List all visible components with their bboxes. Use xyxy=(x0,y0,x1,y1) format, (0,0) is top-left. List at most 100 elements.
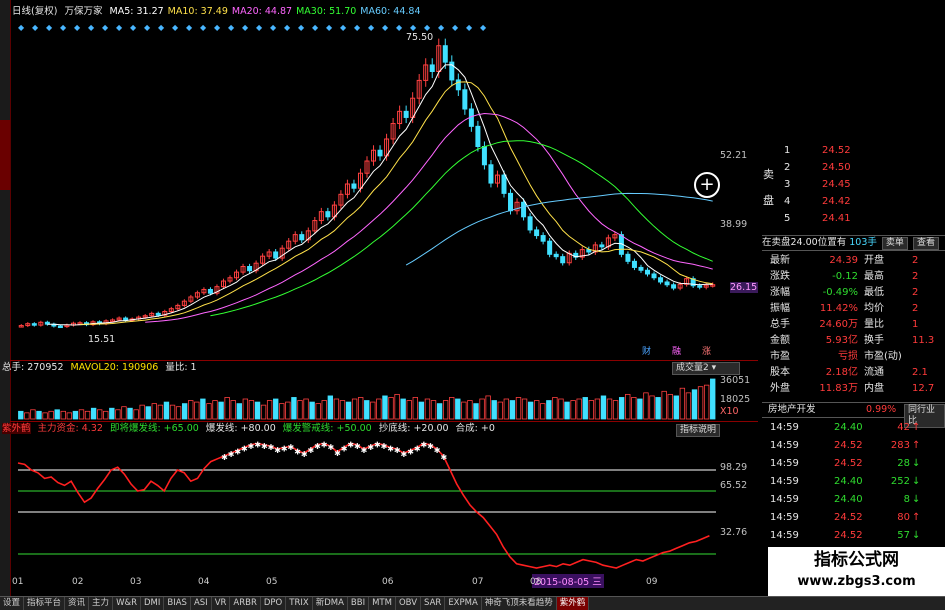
candle-body xyxy=(377,149,383,157)
volume-bar xyxy=(254,401,261,420)
bottom-tab[interactable]: TRIX xyxy=(286,597,313,610)
volume-bar xyxy=(673,395,679,420)
volume-bar xyxy=(661,390,667,420)
indicator-chart: ✱ ✱ ✱ ✱ ✱ ✱ ✱ ✱ ✱ ✱ ✱ ✱ ✱ ✱ ✱ ✱ ✱✱ ✱ ✱ ✱ ✱ ✱ ✱ ✱ ✱ ✱ ✱ ✱ ✱ ✱ ✱ ✱✱ xyxy=(17,440,716,569)
volume-bar xyxy=(418,401,425,420)
bottom-tab[interactable]: EXPMA xyxy=(445,597,482,610)
candle-body xyxy=(534,229,540,237)
sell-level-row[interactable]: 3 24.45 xyxy=(762,177,945,193)
bottom-tab[interactable]: 主力 xyxy=(89,597,114,610)
x-tick: 09 xyxy=(646,577,658,587)
volume-bar xyxy=(382,395,388,420)
sell-level-row[interactable]: 5 24.41 xyxy=(762,211,945,227)
left-tab[interactable] xyxy=(0,120,10,190)
order-position-row: 在卖盘24.00位置有 103手 卖单 查看 xyxy=(762,235,945,251)
candle-body xyxy=(664,281,670,286)
candle-body xyxy=(325,211,331,218)
volume-bar xyxy=(206,403,212,420)
candle-body xyxy=(57,325,63,329)
bottom-tab[interactable]: ARBR xyxy=(230,597,261,610)
volume-bar xyxy=(78,409,85,420)
volume-bar xyxy=(436,403,443,420)
volume-bar xyxy=(564,401,570,420)
bottom-tab[interactable]: OBV xyxy=(396,597,422,610)
finance-badge[interactable]: 财 xyxy=(640,344,653,357)
volume-bar xyxy=(309,401,315,420)
rise-badge[interactable]: 涨 xyxy=(700,344,713,357)
bottom-tab[interactable]: 设置 xyxy=(0,597,25,610)
position-volume: 103手 xyxy=(849,237,877,248)
burst-marker: ✱ xyxy=(440,453,447,462)
volume-bar xyxy=(248,400,255,420)
candle-body xyxy=(547,240,553,255)
volume-bar xyxy=(333,398,340,420)
signal-marker: ◆ xyxy=(172,23,179,32)
indicator-line xyxy=(17,442,710,569)
bottom-tab[interactable]: 紫外鹤 xyxy=(556,597,590,610)
candle-body xyxy=(462,89,468,110)
volume-bar xyxy=(260,404,267,420)
sell-level-row[interactable]: 4 24.42 xyxy=(762,194,945,210)
tick-row: 14:59 24.40 42 ↑ xyxy=(762,420,945,436)
bottom-tab[interactable]: 资讯 xyxy=(65,597,90,610)
volume-bar xyxy=(394,393,400,420)
bottom-tab[interactable]: 指标平台 xyxy=(24,597,66,610)
x-tick: 02 xyxy=(72,577,84,587)
volume-bar xyxy=(576,398,582,420)
view-button[interactable]: 查看 xyxy=(912,237,939,250)
plus-circle-icon[interactable]: + xyxy=(694,172,720,198)
volume-bar xyxy=(339,400,346,420)
volume-bar xyxy=(412,397,418,420)
sell-order-button[interactable]: 卖单 xyxy=(881,237,908,250)
x-tick: 07 xyxy=(472,577,484,587)
signal-marker: ◆ xyxy=(452,23,459,32)
watermark-url: www.zbgs3.com xyxy=(797,574,916,589)
signal-marker: ◆ xyxy=(270,23,277,32)
volume-bar xyxy=(24,412,30,420)
volume-bar xyxy=(181,403,188,420)
volume-bar xyxy=(224,397,230,420)
bottom-tab[interactable]: MTM xyxy=(369,597,396,610)
signal-marker: ◆ xyxy=(354,23,361,32)
volume-panel[interactable]: 总手: 270952 MAVOL20: 190906 量比: 1 成交量2 ▾ … xyxy=(2,361,758,422)
bottom-tab[interactable]: ASI xyxy=(191,597,212,610)
stat-row: 总手 24.60万 量比 1 xyxy=(770,319,919,330)
volume-bar xyxy=(515,397,522,420)
x-tick: 04 xyxy=(198,577,210,587)
price-chart-panel[interactable]: 日线(复权) 万保万家 MA5: 31.27 MA10: 37.49 MA20: 4… xyxy=(10,0,758,361)
up-arrow-icon: ↑ xyxy=(912,422,921,433)
signal-marker: ◆ xyxy=(186,23,193,32)
volume-unit-label: X10 xyxy=(720,406,739,417)
signal-marker: ◆ xyxy=(326,23,333,32)
bottom-tab[interactable]: 神奇飞顶未看趋势 xyxy=(482,597,557,610)
volume-bar xyxy=(345,401,352,420)
indicator-panel[interactable]: 紫外鹤 主力资金: 4.32 即将爆发线: +65.00 爆发线: +80.00… xyxy=(2,422,758,597)
volume-y-label: 18025 xyxy=(720,394,751,405)
volume-bar xyxy=(406,400,412,420)
volume-bar xyxy=(18,410,24,420)
bottom-tab[interactable]: DMI xyxy=(141,597,165,610)
margin-badge[interactable]: 融 xyxy=(670,344,683,357)
candle-body xyxy=(247,266,253,272)
volume-bar xyxy=(685,392,692,420)
bottom-tab[interactable]: BBI xyxy=(348,597,370,610)
signal-marker: ◆ xyxy=(438,23,445,32)
signal-marker: ◆ xyxy=(298,23,305,32)
stat-row: 涨幅 -0.49% 最低 2 xyxy=(770,287,919,298)
signal-marker: ◆ xyxy=(116,23,123,32)
sell-level-row[interactable]: 1 24.52 xyxy=(762,143,945,159)
signal-marker: ◆ xyxy=(242,23,249,32)
bottom-tab[interactable]: BIAS xyxy=(164,597,191,610)
volume-bar xyxy=(139,404,145,420)
bottom-tab[interactable]: W&R xyxy=(113,597,142,610)
sector-row[interactable]: 房地产开发 0.99% 同行业比 xyxy=(762,402,945,428)
sell-level-row[interactable]: 2 24.50 xyxy=(762,160,945,176)
volume-bar xyxy=(703,384,710,420)
bottom-tab[interactable]: DPO xyxy=(261,597,287,610)
volume-bar xyxy=(303,398,309,420)
indicator-y-label: 65.52 xyxy=(720,480,748,491)
bottom-tab[interactable]: 新DMA xyxy=(313,597,348,610)
candle-body xyxy=(351,183,357,189)
bottom-tab[interactable]: SAR xyxy=(421,597,446,610)
bottom-tab[interactable]: VR xyxy=(212,597,231,610)
